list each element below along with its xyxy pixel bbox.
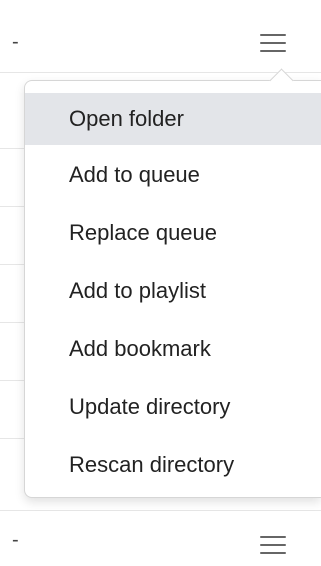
menu-item-rescan-directory[interactable]: Rescan directory [25,439,321,491]
hamburger-icon[interactable] [260,34,286,54]
row-divider [0,510,321,511]
menu-item-open-folder[interactable]: Open folder [25,93,321,145]
menu-item-replace-queue[interactable]: Replace queue [25,207,321,259]
row-dash: - [12,31,19,53]
menu-item-add-to-playlist[interactable]: Add to playlist [25,265,321,317]
hamburger-icon[interactable] [260,536,286,556]
screen: - - Open folder Add to queue Replace que… [0,0,321,566]
context-menu: Open folder Add to queue Replace queue A… [24,68,321,498]
menu-item-add-bookmark[interactable]: Add bookmark [25,323,321,375]
menu-item-add-to-queue[interactable]: Add to queue [25,149,321,201]
row-divider [0,72,321,73]
row-dash: - [12,529,19,551]
menu-item-update-directory[interactable]: Update directory [25,381,321,433]
